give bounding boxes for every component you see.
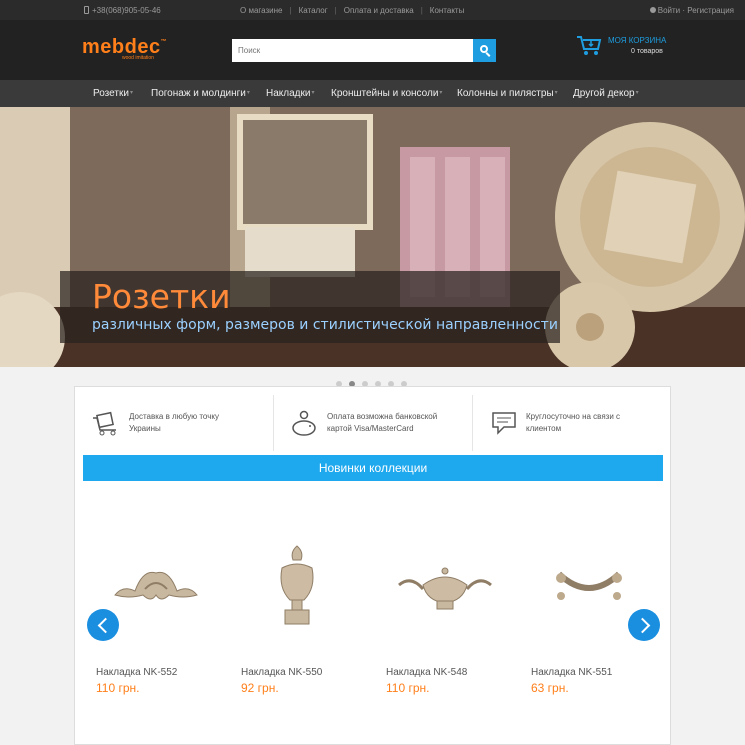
- product-name[interactable]: Накладка NK-550: [241, 667, 322, 678]
- logo-tm: ™: [160, 39, 168, 45]
- product-name[interactable]: Накладка NK-548: [386, 667, 467, 678]
- header: mebdec™ wood imitation МОЯ КОРЗИНА 0 тов…: [0, 20, 745, 80]
- search-icon-handle: [485, 52, 491, 57]
- banner-title: Розетки: [92, 277, 231, 316]
- divider: [273, 395, 274, 451]
- product-image-nk552[interactable]: [113, 565, 199, 605]
- user-icon: [649, 7, 656, 13]
- feature-text: картой Visa/MasterCard: [327, 424, 414, 433]
- chevron-down-icon: ▾: [129, 90, 133, 96]
- feature-payment: Оплата возможна банковской картой Visa/Ma…: [327, 411, 437, 435]
- feature-text: Оплата возможна банковской: [327, 412, 438, 421]
- nav-label: Колонны и пилястры: [457, 88, 554, 99]
- nav-label: Розетки: [93, 88, 129, 99]
- chevron-down-icon: ▾: [554, 90, 558, 96]
- nav-item-rosettes[interactable]: Розетки▾: [93, 88, 133, 99]
- product-image-nk550[interactable]: [276, 544, 318, 628]
- carousel-next-button[interactable]: [628, 609, 660, 641]
- nav-label: Погонаж и молдинги: [151, 88, 246, 99]
- carousel-pagination: [354, 741, 390, 745]
- divider: [472, 395, 473, 451]
- feature-text: Круглосуточно на связи с: [526, 412, 621, 421]
- chevron-down-icon: ▾: [635, 90, 639, 96]
- link-about[interactable]: О магазине: [240, 6, 283, 15]
- main-nav: Розетки▾ Погонаж и молдинги▾ Накладки▾ К…: [0, 80, 745, 107]
- link-catalog[interactable]: Каталог: [299, 6, 328, 15]
- product-image-nk551[interactable]: [555, 568, 623, 602]
- cart-title[interactable]: МОЯ КОРЗИНА: [608, 36, 666, 45]
- product-price: 63 грн.: [531, 681, 569, 695]
- separator: |: [334, 6, 337, 15]
- search-input[interactable]: [232, 39, 473, 62]
- chevron-down-icon: ▾: [246, 90, 250, 96]
- chevron-down-icon: ▾: [439, 90, 443, 96]
- link-payment-delivery[interactable]: Оплата и доставка: [344, 6, 414, 15]
- feature-text: Доставка в любую точку: [129, 412, 219, 421]
- logo-tagline: wood imitation: [122, 55, 154, 61]
- nav-item-other-decor[interactable]: Другой декор▾: [573, 88, 639, 99]
- carousel-prev-button[interactable]: [87, 609, 119, 641]
- auth-links: Войти · Регистрация: [649, 6, 734, 15]
- feature-support: Круглосуточно на связи с клиентом: [526, 411, 620, 435]
- cart-icon[interactable]: [576, 35, 602, 57]
- cart-count: 0 товаров: [631, 48, 663, 55]
- nav-label: Другой декор: [573, 88, 635, 99]
- delivery-cart-icon: [93, 411, 116, 436]
- banner-subtitle: различных форм, размеров и стилистическо…: [92, 317, 558, 333]
- top-bar: +38(068)905-05-46 О магазине | Каталог | Опл…: [0, 0, 745, 20]
- feature-text: Украины: [129, 424, 161, 433]
- nav-label: Накладки: [266, 88, 311, 99]
- product-name[interactable]: Накладка NK-552: [96, 667, 177, 678]
- link-contacts[interactable]: Контакты: [430, 6, 465, 15]
- section-title: Новинки коллекции: [83, 455, 663, 481]
- nav-item-overlays[interactable]: Накладки▾: [266, 88, 314, 99]
- piggy-bank-icon: [292, 410, 316, 436]
- phone-text: +38(068)905-05-46: [92, 6, 161, 15]
- hero-banner[interactable]: Розетки различных форм, размеров и стили…: [0, 107, 745, 367]
- product-price: 110 грн.: [386, 681, 430, 695]
- phone-number[interactable]: +38(068)905-05-46: [84, 6, 161, 15]
- product-price: 92 грн.: [241, 681, 279, 695]
- top-links: О магазине | Каталог | Оплата и доставка | Кон…: [240, 6, 464, 15]
- chevron-down-icon: ▾: [311, 90, 315, 96]
- separator: |: [420, 6, 423, 15]
- product-image-nk548[interactable]: [397, 565, 493, 611]
- nav-item-columns[interactable]: Колонны и пилястры▾: [457, 88, 558, 99]
- feature-text: клиентом: [526, 424, 562, 433]
- nav-label: Кронштейны и консоли: [331, 88, 439, 99]
- product-name[interactable]: Накладка NK-551: [531, 667, 612, 678]
- separator: |: [289, 6, 292, 15]
- phone-icon: [84, 6, 89, 14]
- nav-item-moldings[interactable]: Погонаж и молдинги▾: [151, 88, 250, 99]
- chat-bubble-icon: [492, 412, 516, 435]
- search-button[interactable]: [473, 39, 496, 62]
- feature-delivery: Доставка в любую точку Украины: [129, 411, 219, 435]
- register-link[interactable]: Регистрация: [687, 6, 734, 15]
- login-link[interactable]: Войти: [658, 6, 680, 15]
- nav-item-brackets[interactable]: Кронштейны и консоли▾: [331, 88, 442, 99]
- product-price: 110 грн.: [96, 681, 140, 695]
